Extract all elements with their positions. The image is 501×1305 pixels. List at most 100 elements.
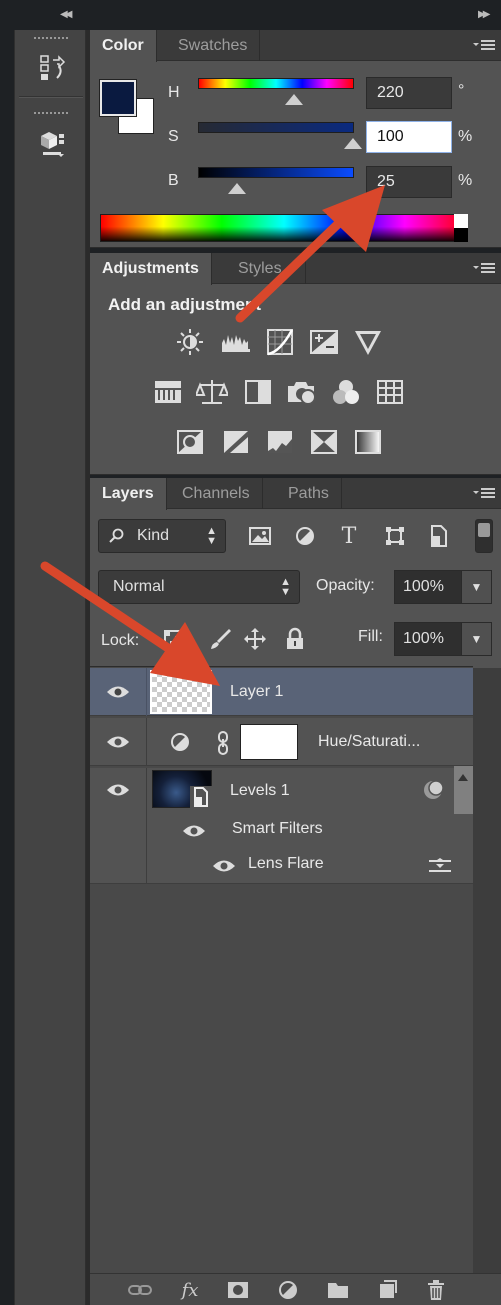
chevron-down-icon[interactable]: ▼ xyxy=(461,623,491,655)
tab-adjustments[interactable]: Adjustments xyxy=(90,253,212,285)
lens-flare-label[interactable]: Lens Flare xyxy=(248,855,324,873)
tab-layers[interactable]: Layers xyxy=(90,478,167,510)
layer-1-thumbnail[interactable] xyxy=(150,670,212,714)
smart-filters-label[interactable]: Smart Filters xyxy=(232,820,323,838)
layer-row-layer-1[interactable]: Layer 1 xyxy=(90,668,473,716)
panel-menu-icon[interactable] xyxy=(473,486,495,500)
black-white-icon[interactable] xyxy=(242,377,274,407)
selective-color-icon[interactable] xyxy=(308,427,340,457)
saturation-slider[interactable] xyxy=(198,122,354,133)
layer-mask-thumbnail[interactable] xyxy=(240,724,298,760)
tab-channels[interactable]: Channels xyxy=(170,478,263,509)
posterize-icon[interactable] xyxy=(220,427,252,457)
spectrum-white-swatch[interactable] xyxy=(454,214,468,228)
dock-grip[interactable] xyxy=(34,112,68,116)
brightness-slider[interactable] xyxy=(198,167,354,178)
filter-kind-dropdown[interactable]: Kind ▲ ▼ xyxy=(98,519,226,553)
hue-slider[interactable] xyxy=(198,78,354,89)
scrollbar-thumb[interactable] xyxy=(454,766,473,814)
brightness-value-field[interactable]: 25 xyxy=(366,166,452,198)
panel-menu-icon[interactable] xyxy=(473,38,495,52)
filter-adjustment-icon[interactable] xyxy=(290,521,320,551)
hue-slider-thumb[interactable] xyxy=(285,94,303,105)
new-group-folder-icon[interactable] xyxy=(324,1278,352,1302)
blend-mode-dropdown[interactable]: Normal ▲ ▼ xyxy=(98,570,300,604)
gradient-map-icon[interactable] xyxy=(352,427,384,457)
hue-value-field[interactable]: 220 xyxy=(366,77,452,109)
levels-1-name[interactable]: Levels 1 xyxy=(230,782,290,800)
layers-panel: Layers Channels Paths Kind ▲ ▼ T Normal ▲… xyxy=(90,478,501,1305)
smart-filters-visibility-eye-icon[interactable] xyxy=(182,823,206,839)
scroll-up-icon[interactable] xyxy=(458,774,468,781)
row-divider xyxy=(146,768,147,884)
fill-field[interactable]: 100% ▼ xyxy=(394,622,492,656)
row-divider xyxy=(146,718,147,766)
filter-smart-object-icon[interactable] xyxy=(424,521,454,551)
layers-scrollbar[interactable] xyxy=(473,668,501,1273)
collapse-left-icon[interactable]: ◀◀ xyxy=(60,9,73,20)
hue-saturation-layer-name[interactable]: Hue/Saturati... xyxy=(318,733,420,751)
channel-mixer-icon[interactable] xyxy=(330,377,362,407)
filter-blending-options-icon[interactable] xyxy=(428,856,452,880)
brightness-slider-thumb[interactable] xyxy=(228,183,246,194)
dock-grip[interactable] xyxy=(34,37,68,41)
lock-position-icon[interactable] xyxy=(240,624,270,654)
spectrum-black-swatch[interactable] xyxy=(454,228,468,242)
filter-type-icon[interactable]: T xyxy=(334,521,364,551)
color-lookup-icon[interactable] xyxy=(374,377,406,407)
saturation-slider-thumb[interactable] xyxy=(344,138,362,149)
layer-row-levels-1[interactable]: Levels 1 Smart Filters Lens Flare xyxy=(90,768,473,884)
tab-paths[interactable]: Paths xyxy=(276,478,342,509)
color-balance-icon[interactable] xyxy=(196,377,228,407)
link-layers-icon[interactable] xyxy=(126,1278,154,1302)
invert-icon[interactable] xyxy=(174,427,206,457)
brightness-contrast-icon[interactable] xyxy=(174,327,206,357)
link-chain-icon[interactable] xyxy=(216,730,230,760)
tab-color[interactable]: Color xyxy=(90,30,157,62)
adjustments-title: Add an adjustment xyxy=(108,295,262,314)
filter-kind-label: Kind xyxy=(137,527,170,544)
collapse-right-icon[interactable]: ▶▶ xyxy=(478,9,491,20)
lock-all-icon[interactable] xyxy=(280,624,310,654)
saturation-value-field[interactable]: 100 xyxy=(366,121,452,153)
filter-toggle-switch[interactable] xyxy=(475,519,493,553)
h-label: H xyxy=(168,84,180,101)
history-icon[interactable] xyxy=(37,52,67,86)
fx-layer-style-icon[interactable]: fx xyxy=(176,1278,204,1302)
opacity-field[interactable]: 100% ▼ xyxy=(394,570,492,604)
color-tabbar: Color Swatches xyxy=(90,30,501,62)
chevron-down-icon[interactable]: ▼ xyxy=(461,571,491,603)
exposure-icon[interactable] xyxy=(308,327,340,357)
layer-row-hue-saturation[interactable]: Hue/Saturati... xyxy=(90,718,473,766)
photo-filter-icon[interactable] xyxy=(286,377,318,407)
new-adjustment-layer-icon[interactable] xyxy=(274,1278,302,1302)
filter-shape-icon[interactable] xyxy=(380,521,410,551)
foreground-color-swatch[interactable] xyxy=(100,80,136,116)
filter-pixel-icon[interactable] xyxy=(245,521,275,551)
panel-menu-icon[interactable] xyxy=(473,261,495,275)
hue-saturation-icon[interactable] xyxy=(152,377,184,407)
levels-icon[interactable] xyxy=(220,327,252,357)
lock-image-pixels-icon[interactable] xyxy=(206,624,236,654)
layers-footer-toolbar: fx xyxy=(90,1273,501,1305)
layer-1-name[interactable]: Layer 1 xyxy=(230,683,283,701)
add-mask-icon[interactable] xyxy=(224,1278,252,1302)
vibrance-icon[interactable] xyxy=(352,327,384,357)
lock-transparent-pixels-icon[interactable] xyxy=(158,624,188,654)
opacity-label: Opacity: xyxy=(316,577,375,594)
tab-swatches[interactable]: Swatches xyxy=(166,30,261,61)
color-spectrum-bar[interactable] xyxy=(100,214,468,242)
visibility-eye-icon[interactable] xyxy=(106,684,130,700)
new-layer-icon[interactable] xyxy=(374,1278,402,1302)
3d-icon[interactable] xyxy=(37,126,67,160)
delete-layer-trash-icon[interactable] xyxy=(422,1278,450,1302)
visibility-eye-icon[interactable] xyxy=(106,782,130,798)
collapsed-dock xyxy=(14,30,86,1305)
curves-icon[interactable] xyxy=(264,327,296,357)
tab-styles[interactable]: Styles xyxy=(226,253,306,284)
smart-filter-indicator-icon[interactable] xyxy=(422,778,446,806)
color-panel: Color Swatches H 220 ° S 100 % B 25 % xyxy=(90,30,501,248)
threshold-icon[interactable] xyxy=(264,427,296,457)
visibility-eye-icon[interactable] xyxy=(106,734,130,750)
lens-flare-visibility-eye-icon[interactable] xyxy=(212,858,236,874)
